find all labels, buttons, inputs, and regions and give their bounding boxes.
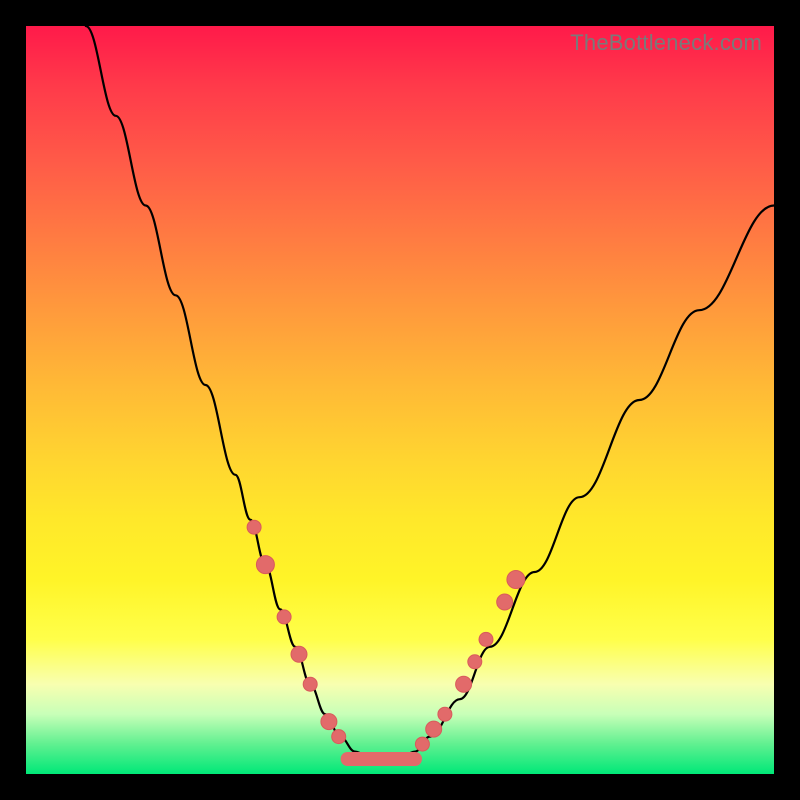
marker-dot xyxy=(456,676,472,692)
marker-dot xyxy=(321,714,337,730)
marker-dot xyxy=(426,721,442,737)
marker-dot xyxy=(277,610,291,624)
marker-dot xyxy=(303,677,317,691)
marker-dot xyxy=(479,632,493,646)
marker-dot xyxy=(415,737,429,751)
marker-dot xyxy=(438,707,452,721)
marker-dot xyxy=(291,646,307,662)
watermark-text: TheBottleneck.com xyxy=(570,30,762,56)
marker-dot xyxy=(468,655,482,669)
marker-dot xyxy=(332,730,346,744)
gradient-plot-area: TheBottleneck.com xyxy=(26,26,774,774)
marker-dot xyxy=(256,556,274,574)
plot-svg xyxy=(26,26,774,774)
marker-dot xyxy=(497,594,513,610)
marker-dot xyxy=(247,520,261,534)
marker-dot xyxy=(507,571,525,589)
bottleneck-curve xyxy=(86,26,774,759)
